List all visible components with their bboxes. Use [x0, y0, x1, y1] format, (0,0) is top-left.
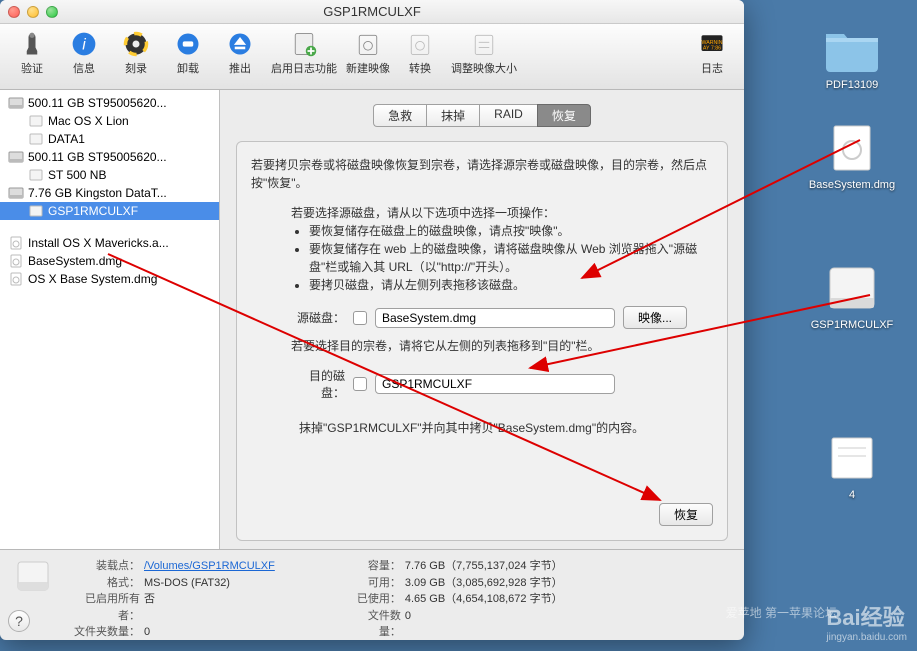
- tab-3[interactable]: 恢复: [537, 104, 591, 127]
- instruction-bullet: 要拷贝磁盘，请从左侧列表拖移该磁盘。: [309, 276, 713, 294]
- disk-icon: [28, 204, 44, 218]
- desktop-file[interactable]: 4: [807, 430, 897, 501]
- sidebar-item[interactable]: Install OS X Mavericks.a...: [0, 234, 219, 252]
- sidebar-item-label: 500.11 GB ST95005620...: [28, 96, 167, 110]
- disk-icon: [28, 114, 44, 128]
- log-button[interactable]: WARNINAY 7:86日志: [688, 30, 736, 87]
- dest-note: 若要选择目的宗卷，请将它从左侧的列表拖移到"目的"栏。: [291, 337, 713, 355]
- eject-button[interactable]: 推出: [216, 30, 264, 87]
- source-input[interactable]: [375, 308, 615, 328]
- disk-icon: [28, 132, 44, 146]
- dest-input[interactable]: [375, 374, 615, 394]
- desktop-dmg[interactable]: BaseSystem.dmg: [807, 120, 897, 191]
- enable-log-button[interactable]: 启用日志功能: [268, 30, 340, 87]
- instruction-bullet: 要恢复储存在磁盘上的磁盘映像，请点按"映像"。: [309, 222, 713, 240]
- tab-1[interactable]: 抹掉: [426, 104, 479, 127]
- source-checkbox[interactable]: [353, 311, 367, 325]
- verify-button[interactable]: 验证: [8, 30, 56, 87]
- instruction-bullet: 要恢复储存在 web 上的磁盘映像，请将磁盘映像从 Web 浏览器拖入"源磁盘"…: [309, 240, 713, 276]
- mount-point-link[interactable]: /Volumes/GSP1RMCULXF: [144, 558, 275, 575]
- unmount-button[interactable]: 卸载: [164, 30, 212, 87]
- dest-checkbox[interactable]: [353, 377, 367, 391]
- sidebar-item-label: OS X Base System.dmg: [28, 272, 157, 286]
- desktop-drive-label: GSP1RMCULXF: [807, 319, 897, 331]
- intro-text: 若要拷贝宗卷或将磁盘映像恢复到宗卷，请选择源宗卷或磁盘映像，目的宗卷，然后点按"…: [251, 156, 713, 192]
- dest-label: 目的磁盘：: [287, 367, 345, 401]
- sidebar-item-label: 7.76 GB Kingston DataT...: [28, 186, 167, 200]
- disk-icon: [8, 186, 24, 200]
- sidebar-item-label: GSP1RMCULXF: [48, 204, 138, 218]
- sidebar-item[interactable]: 500.11 GB ST95005620...: [0, 94, 219, 112]
- convert-button[interactable]: 转换: [396, 30, 444, 87]
- window-title: GSP1RMCULXF: [0, 4, 744, 19]
- info-button[interactable]: i信息: [60, 30, 108, 87]
- disk-utility-window: GSP1RMCULXF 验证 i信息 刻录 卸载 推出 启用日志功能 新建映像 …: [0, 0, 744, 640]
- restore-panel: 若要拷贝宗卷或将磁盘映像恢复到宗卷，请选择源宗卷或磁盘映像，目的宗卷，然后点按"…: [236, 141, 728, 541]
- tab-0[interactable]: 急救: [373, 104, 426, 127]
- sidebar-item[interactable]: GSP1RMCULXF: [0, 202, 219, 220]
- sidebar-item[interactable]: BaseSystem.dmg: [0, 252, 219, 270]
- new-image-button[interactable]: 新建映像: [344, 30, 392, 87]
- titlebar[interactable]: GSP1RMCULXF: [0, 0, 744, 24]
- watermark: Bai经验 jingyan.baidu.com: [826, 600, 907, 643]
- resize-button[interactable]: 调整映像大小: [448, 30, 520, 87]
- sidebar-item-label: Install OS X Mavericks.a...: [28, 236, 169, 250]
- tab-2[interactable]: RAID: [479, 104, 537, 127]
- svg-text:AY 7:86: AY 7:86: [703, 45, 721, 51]
- help-button[interactable]: ?: [8, 610, 30, 632]
- disk-icon: [28, 168, 44, 182]
- disk-icon: [8, 96, 24, 110]
- sidebar-item[interactable]: Mac OS X Lion: [0, 112, 219, 130]
- sidebar-item-label: DATA1: [48, 132, 85, 146]
- desktop-file-label: 4: [807, 489, 897, 501]
- desktop-folder-label: PDF13109: [807, 79, 897, 91]
- toolbar: 验证 i信息 刻录 卸载 推出 启用日志功能 新建映像 转换 调整映像大小 WA…: [0, 24, 744, 90]
- sidebar-item-label: ST 500 NB: [48, 168, 106, 182]
- sidebar: 500.11 GB ST95005620... Mac OS X Lion DATA…: [0, 90, 220, 549]
- drive-icon: [14, 558, 52, 596]
- sidebar-item[interactable]: 500.11 GB ST95005620...: [0, 148, 219, 166]
- main-panel: 急救抹掉RAID恢复 若要拷贝宗卷或将磁盘映像恢复到宗卷，请选择源宗卷或磁盘映像…: [220, 90, 744, 549]
- disk-icon: [8, 150, 24, 164]
- source-label: 源磁盘：: [287, 309, 345, 326]
- disk-icon: [8, 272, 24, 286]
- svg-text:i: i: [82, 36, 86, 53]
- restore-button[interactable]: 恢复: [659, 503, 713, 526]
- desktop-drive[interactable]: GSP1RMCULXF: [807, 260, 897, 331]
- desktop-folder[interactable]: PDF13109: [807, 20, 897, 91]
- sidebar-item[interactable]: 7.76 GB Kingston DataT...: [0, 184, 219, 202]
- source-instructions: 若要选择源磁盘，请从以下选项中选择一项操作： 要恢复储存在磁盘上的磁盘映像，请点…: [291, 204, 713, 294]
- sidebar-item-label: Mac OS X Lion: [48, 114, 129, 128]
- burn-button[interactable]: 刻录: [112, 30, 160, 87]
- sidebar-item-label: 500.11 GB ST95005620...: [28, 150, 167, 164]
- source-row: 源磁盘： 映像...: [287, 306, 713, 329]
- sidebar-item[interactable]: ST 500 NB: [0, 166, 219, 184]
- side-watermark: 爱苹地 第一苹果论坛: [726, 604, 837, 621]
- dest-row: 目的磁盘：: [287, 367, 713, 401]
- image-button[interactable]: 映像...: [623, 306, 687, 329]
- sidebar-item[interactable]: DATA1: [0, 130, 219, 148]
- sidebar-item-label: BaseSystem.dmg: [28, 254, 122, 268]
- erase-note: 抹掉"GSP1RMCULXF"并向其中拷贝"BaseSystem.dmg"的内容…: [299, 419, 713, 436]
- desktop-dmg-label: BaseSystem.dmg: [807, 179, 897, 191]
- tabs: 急救抹掉RAID恢复: [236, 104, 728, 127]
- sidebar-item[interactable]: OS X Base System.dmg: [0, 270, 219, 288]
- disk-icon: [8, 236, 24, 250]
- info-footer: 装载点：/Volumes/GSP1RMCULXF 格式：MS-DOS (FAT3…: [0, 550, 744, 649]
- disk-icon: [8, 254, 24, 268]
